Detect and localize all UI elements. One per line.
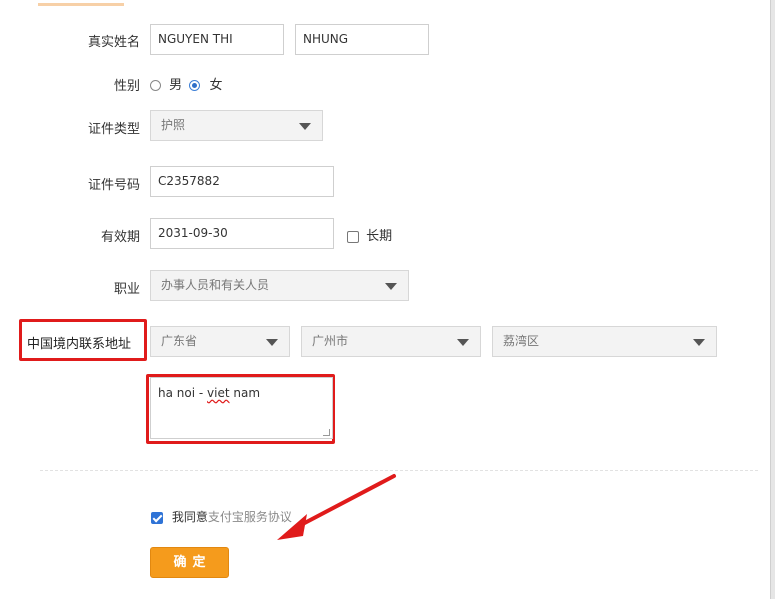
- red-arrow-annotation: [277, 474, 396, 540]
- arrow-head: [277, 514, 307, 540]
- arrow-shaft: [295, 474, 396, 529]
